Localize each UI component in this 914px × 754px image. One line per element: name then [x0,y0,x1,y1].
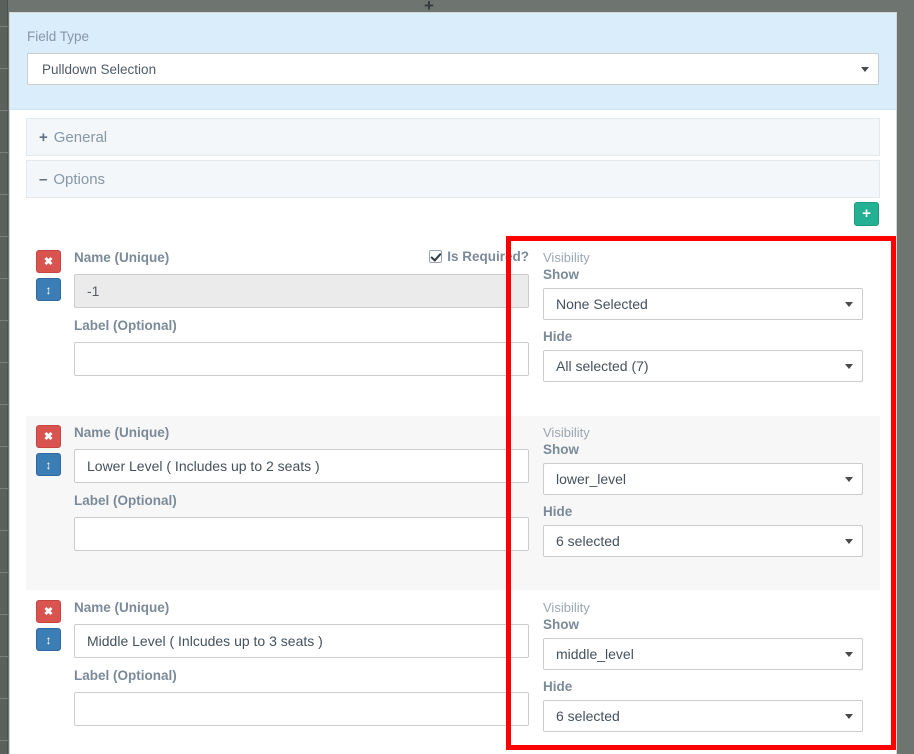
option-controls: ✖ ↕ [26,416,74,590]
visibility-show-value: None Selected [556,296,648,312]
label-field-label-wrap: Label (Optional) [74,493,529,510]
options-list: ✖ ↕ Name (Unique) Is Required? -1 Label … [10,240,896,754]
field-editor-panel: Field Type Pulldown Selection + General … [9,12,897,754]
screen-root: + Field Type Pulldown Selection + Genera… [0,0,914,754]
visibility-show-select[interactable]: middle_level [543,638,863,670]
label-field-label-wrap: Label (Optional) [74,668,529,685]
reorder-option-handle[interactable]: ↕ [36,453,61,476]
minus-icon: – [39,170,48,188]
visibility-title: Visibility [543,250,590,265]
label-field-label: Label (Optional) [74,318,177,333]
visibility-hide-value: All selected (7) [556,358,649,374]
right-window-chrome [898,0,914,754]
name-field-label: Name (Unique) [74,425,170,440]
option-visibility: Visibility Show None Selected Hide All s… [529,241,880,415]
show-label: Show [543,617,579,632]
show-label: Show [543,267,579,282]
accordion-sections: + General – Options [10,110,896,198]
visibility-hide-value: 6 selected [556,533,620,549]
field-type-value: Pulldown Selection [42,61,157,77]
field-type-select[interactable]: Pulldown Selection [27,53,879,85]
hide-label: Hide [543,504,573,519]
left-window-chrome [0,0,8,754]
option-fields: Name (Unique) Is Required? -1 Label (Opt… [74,241,529,415]
chevron-down-icon [845,652,853,657]
visibility-hide-value: 6 selected [556,708,620,724]
delete-option-button[interactable]: ✖ [36,425,61,448]
option-controls: ✖ ↕ [26,591,74,754]
option-label-input[interactable] [74,342,529,376]
accordion-header-options[interactable]: – Options [26,160,880,198]
option-name-input[interactable]: Middle Level ( Inlcudes up to 3 seats ) [74,624,529,658]
option-label-input[interactable] [74,517,529,551]
is-required-checkbox[interactable] [429,250,443,263]
option-visibility: Visibility Show lower_level Hide 6 selec… [529,416,880,590]
is-required-group[interactable]: Is Required? [429,249,529,264]
name-field-label-wrap: Name (Unique) [74,600,529,617]
field-type-label: Field Type [27,29,90,44]
is-required-label: Is Required? [447,249,529,264]
delete-option-button[interactable]: ✖ [36,600,61,623]
plus-icon: + [39,128,48,146]
visibility-title: Visibility [543,600,590,615]
option-row: ✖ ↕ Name (Unique) Middle Level ( Inlcude… [26,590,880,754]
chevron-down-icon [845,477,853,482]
label-field-label: Label (Optional) [74,668,177,683]
reorder-option-handle[interactable]: ↕ [36,628,61,651]
accordion-general-label: General [53,128,108,146]
option-label-input[interactable] [74,692,529,726]
top-grey-band: + [8,0,898,14]
option-fields: Name (Unique) Lower Level ( Includes up … [74,416,529,590]
name-field-label-wrap: Name (Unique) [74,425,529,442]
option-row: ✖ ↕ Name (Unique) Lower Level ( Includes… [26,415,880,590]
option-name-input[interactable]: -1 [74,274,529,308]
visibility-show-select[interactable]: lower_level [543,463,863,495]
visibility-hide-select[interactable]: All selected (7) [543,350,863,382]
chevron-down-icon [845,364,853,369]
show-label: Show [543,442,579,457]
name-field-label: Name (Unique) [74,250,170,265]
options-toolbar: + [10,202,896,240]
visibility-title: Visibility [543,425,590,440]
hide-label: Hide [543,329,573,344]
delete-option-button[interactable]: ✖ [36,250,61,273]
accordion-options-label: Options [53,170,106,188]
option-row: ✖ ↕ Name (Unique) Is Required? -1 Label … [26,240,880,415]
label-field-label: Label (Optional) [74,493,177,508]
option-visibility: Visibility Show middle_level Hide 6 sele… [529,591,880,754]
visibility-show-value: lower_level [556,471,627,487]
option-controls: ✖ ↕ [26,241,74,415]
chevron-down-icon [861,67,869,72]
chevron-down-icon [845,539,853,544]
accordion-header-general[interactable]: + General [26,118,880,156]
visibility-hide-select[interactable]: 6 selected [543,700,863,732]
option-fields: Name (Unique) Middle Level ( Inlcudes up… [74,591,529,754]
chevron-down-icon [845,302,853,307]
hide-label: Hide [543,679,573,694]
visibility-show-select[interactable]: None Selected [543,288,863,320]
label-field-label-wrap: Label (Optional) [74,318,529,335]
visibility-show-value: middle_level [556,646,634,662]
visibility-hide-select[interactable]: 6 selected [543,525,863,557]
option-name-input[interactable]: Lower Level ( Includes up to 2 seats ) [74,449,529,483]
chevron-down-icon [845,714,853,719]
reorder-option-handle[interactable]: ↕ [36,278,61,301]
add-option-button[interactable]: + [854,202,879,226]
name-field-label: Name (Unique) [74,600,170,615]
name-field-label-wrap: Name (Unique) Is Required? [74,249,529,267]
field-type-section: Field Type Pulldown Selection [10,13,896,110]
